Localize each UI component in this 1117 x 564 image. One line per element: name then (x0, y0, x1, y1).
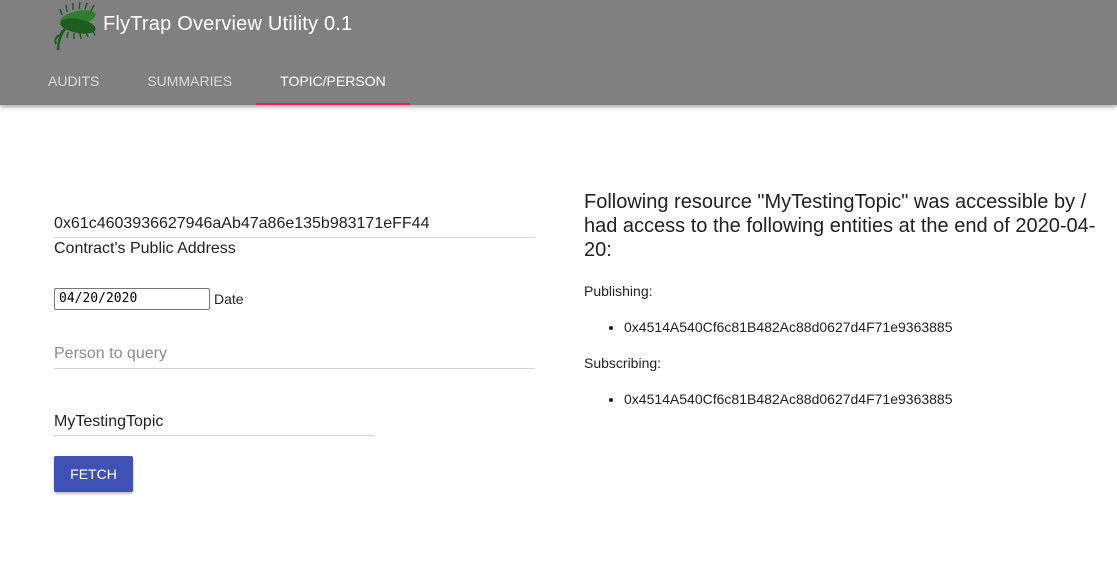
publishing-label: Publishing: (584, 283, 653, 299)
person-query-field[interactable] (54, 340, 535, 369)
list-item: 0x4514A540Cf6c81B482Ac88d0627d4F71e93638… (624, 317, 1104, 337)
contract-address-field[interactable]: 0x61c4603936627946aAb47a86e135b983171eFF… (54, 200, 535, 238)
result-heading: Following resource "MyTestingTopic" was … (584, 191, 1096, 261)
contract-address-value[interactable]: 0x61c4603936627946aAb47a86e135b983171eFF… (54, 200, 535, 237)
person-query-input[interactable] (54, 340, 535, 368)
date-label: Date (214, 291, 244, 307)
query-form: 0x61c4603936627946aAb47a86e135b983171eFF… (54, 200, 535, 260)
list-item: 0x4514A540Cf6c81B482Ac88d0627d4F71e93638… (624, 389, 1104, 409)
topic-input[interactable]: MyTestingTopic (54, 408, 374, 435)
venus-flytrap-logo-icon (54, 1, 96, 51)
topic-field[interactable]: MyTestingTopic (54, 408, 374, 436)
subscribing-list: 0x4514A540Cf6c81B482Ac88d0627d4F71e93638… (584, 389, 1104, 409)
date-input[interactable]: 04/20/2020 (54, 288, 210, 310)
publishing-list: 0x4514A540Cf6c81B482Ac88d0627d4F71e93638… (584, 317, 1104, 337)
fetch-button[interactable]: FETCH (54, 456, 133, 492)
tab-topic-person[interactable]: TOPIC/PERSON (256, 57, 410, 105)
app-title: FlyTrap Overview Utility 0.1 (103, 13, 353, 35)
contract-address-label: Contract's Public Address (54, 240, 236, 257)
tab-bar: AUDITS SUMMARIES TOPIC/PERSON (24, 57, 410, 105)
subscribing-label: Subscribing: (584, 355, 662, 371)
app-bar: FlyTrap Overview Utility 0.1 AUDITS SUMM… (0, 0, 1117, 105)
tab-audits[interactable]: AUDITS (24, 57, 123, 105)
date-row: 04/20/2020 Date (54, 288, 244, 310)
tab-summaries[interactable]: SUMMARIES (123, 57, 256, 105)
result-panel: Following resource "MyTestingTopic" was … (584, 190, 1104, 409)
